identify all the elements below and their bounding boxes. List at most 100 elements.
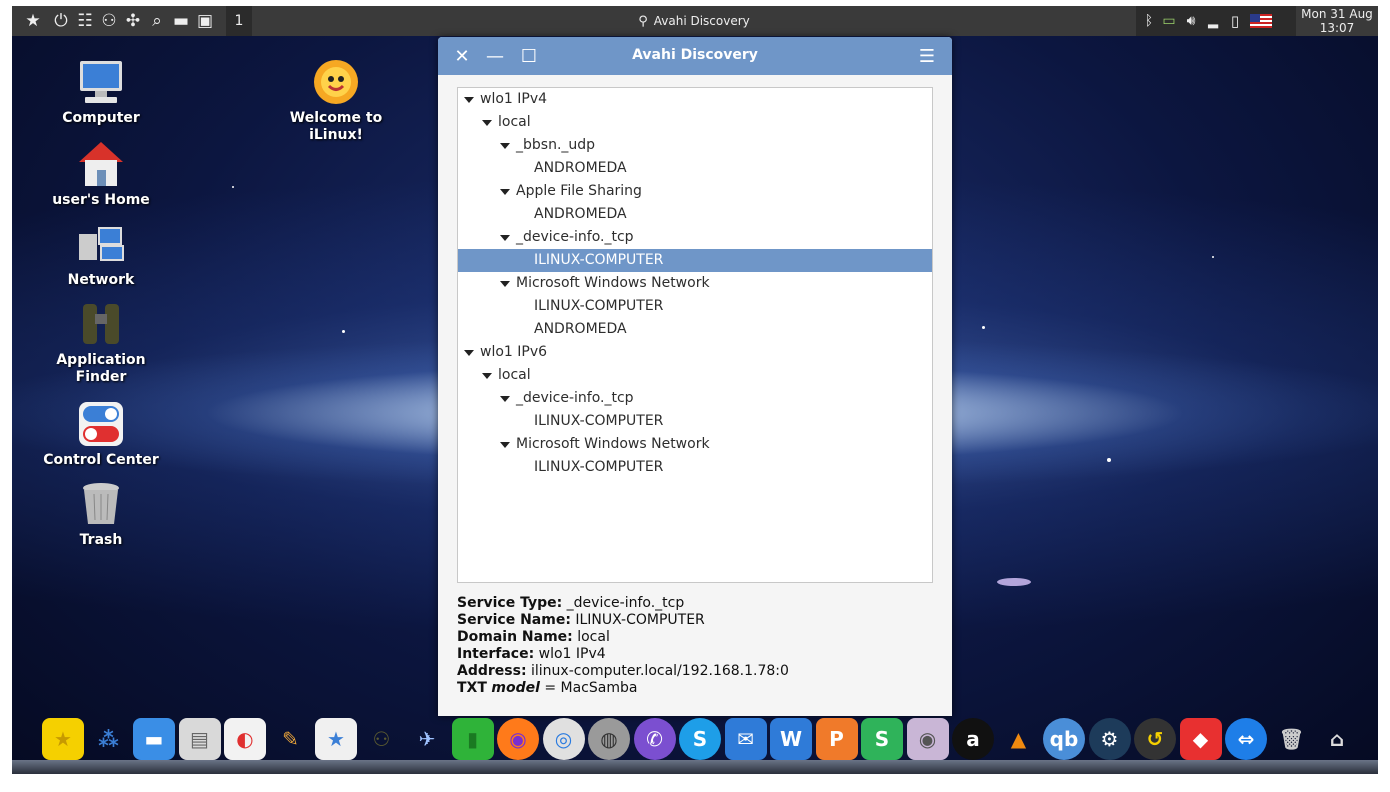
desktop-icon-control-center[interactable]: Control Center bbox=[31, 400, 171, 469]
workspace-switcher[interactable]: 1 bbox=[226, 6, 252, 36]
expander-triangle-icon[interactable] bbox=[500, 189, 510, 195]
expander-triangle-icon[interactable] bbox=[500, 442, 510, 448]
tree-row[interactable]: ILINUX-COMPUTER bbox=[458, 456, 932, 479]
tree-row[interactable]: wlo1 IPv4 bbox=[458, 88, 932, 111]
network-icon[interactable]: ✣ bbox=[122, 10, 144, 32]
show-desktop-icon[interactable]: ▣ bbox=[194, 10, 216, 32]
tree-row[interactable]: Microsoft Windows Network bbox=[458, 272, 932, 295]
color-palette-icon[interactable]: ✎ bbox=[270, 718, 312, 760]
bluetooth-icon[interactable]: ᛒ bbox=[1138, 10, 1160, 32]
file-cabinet-icon[interactable]: ▤ bbox=[178, 718, 221, 760]
tree-row[interactable]: ILINUX-COMPUTER bbox=[458, 249, 932, 272]
signal-icon[interactable]: ▂ bbox=[1202, 10, 1224, 32]
store-icon[interactable]: ★ bbox=[315, 718, 357, 760]
tree-row[interactable]: Microsoft Windows Network bbox=[458, 433, 932, 456]
hanger-icon[interactable]: ⌂ bbox=[1316, 718, 1358, 760]
tree-row-label: Apple File Sharing bbox=[516, 183, 642, 199]
chrome-icon[interactable]: ◎ bbox=[542, 718, 585, 760]
desktop-icon[interactable]: ▬ bbox=[133, 718, 175, 760]
service-name-line: Service Name: ILINUX-COMPUTER bbox=[457, 612, 789, 629]
steam-icon[interactable]: ⚙ bbox=[1088, 718, 1131, 760]
globe-pro-icon[interactable]: ◍ bbox=[588, 718, 630, 760]
control-center-icon[interactable]: ◐ bbox=[224, 718, 266, 760]
tree-row[interactable]: ILINUX-COMPUTER bbox=[458, 410, 932, 433]
desktop-icon-welcome[interactable]: Welcome to iLinux! bbox=[266, 58, 406, 144]
toggle-icon[interactable]: ☷ bbox=[74, 10, 96, 32]
desktop-icon-app-finder[interactable]: Application Finder bbox=[31, 300, 171, 386]
writer-icon[interactable]: W bbox=[770, 718, 812, 760]
tree-row[interactable]: wlo1 IPv6 bbox=[458, 341, 932, 364]
taskbar-item-avahi[interactable]: ⚲ Avahi Discovery bbox=[252, 6, 1136, 36]
tree-row-label: local bbox=[498, 114, 531, 130]
expander-triangle-icon[interactable] bbox=[482, 120, 492, 126]
expander-triangle-icon[interactable] bbox=[500, 281, 510, 287]
expander-triangle-icon[interactable] bbox=[500, 396, 510, 402]
desktop-icon-trash[interactable]: Trash bbox=[31, 480, 171, 549]
battery-icon[interactable]: ▭ bbox=[1158, 10, 1180, 32]
us-flag-icon[interactable] bbox=[1250, 14, 1272, 28]
desktop-icon-network[interactable]: Network bbox=[31, 220, 171, 289]
skype-icon[interactable]: S bbox=[679, 718, 721, 760]
menu-icon[interactable]: ☰ bbox=[917, 46, 937, 67]
tree-row[interactable]: local bbox=[458, 364, 932, 387]
spreadsheet-icon[interactable]: S bbox=[861, 718, 903, 760]
service-details: Service Type: _device-info._tcp Service … bbox=[457, 595, 789, 697]
service-type-line: Service Type: _device-info._tcp bbox=[457, 595, 789, 612]
webcam-icon[interactable]: ◉ bbox=[906, 718, 949, 760]
mail-icon[interactable]: ✉ bbox=[724, 718, 767, 760]
dock-shelf bbox=[12, 760, 1378, 774]
expander-triangle-icon[interactable] bbox=[482, 373, 492, 379]
power-icon[interactable]: ⏻ bbox=[50, 10, 72, 32]
viber-icon[interactable]: ✆ bbox=[633, 718, 676, 760]
tree-row-label: ILINUX-COMPUTER bbox=[534, 459, 664, 475]
tree-row-label: wlo1 IPv4 bbox=[480, 91, 548, 107]
desktop-icon-computer[interactable]: Computer bbox=[31, 58, 171, 127]
tree-row[interactable]: ILINUX-COMPUTER bbox=[458, 295, 932, 318]
tree-row[interactable]: ANDROMEDA bbox=[458, 157, 932, 180]
anydesk-icon[interactable]: ◆ bbox=[1179, 718, 1222, 760]
service-tree[interactable]: wlo1 IPv4 local _bbsn._udp ANDROMEDA Apple F… bbox=[457, 87, 933, 583]
folder-icon[interactable]: ▬ bbox=[170, 10, 192, 32]
tree-row[interactable]: local bbox=[458, 111, 932, 134]
desktop-icon-label: Welcome to bbox=[289, 110, 383, 126]
binoculars-icon bbox=[77, 300, 125, 348]
tree-row[interactable]: _bbsn._udp bbox=[458, 134, 932, 157]
clipboard-icon[interactable]: ▯ bbox=[1224, 10, 1246, 32]
title-bar[interactable]: ✕ — ☐ Avahi Discovery ☰ bbox=[438, 37, 952, 75]
clock[interactable]: Mon 31 Aug 13:07 bbox=[1296, 6, 1378, 37]
expander-triangle-icon[interactable] bbox=[500, 143, 510, 149]
qbittorrent-icon[interactable]: qb bbox=[1043, 718, 1085, 760]
favorites-star-icon[interactable]: ★ bbox=[42, 718, 84, 760]
tree-row[interactable]: ANDROMEDA bbox=[458, 203, 932, 226]
star bbox=[1212, 256, 1214, 258]
vlc-icon[interactable]: ▲ bbox=[998, 718, 1040, 760]
presentation-icon[interactable]: P bbox=[815, 718, 858, 760]
expander-triangle-icon[interactable] bbox=[500, 235, 510, 241]
tree-row[interactable]: ANDROMEDA bbox=[458, 318, 932, 341]
volume-icon[interactable]: 🔊︎ bbox=[1180, 10, 1202, 32]
expander-triangle-icon[interactable] bbox=[464, 350, 474, 356]
expander-triangle-icon[interactable] bbox=[464, 97, 474, 103]
a-icon[interactable]: a bbox=[952, 718, 994, 760]
desktop-icon-home[interactable]: user's Home bbox=[31, 140, 171, 209]
address-value: ilinux-computer.local/192.168.1.78:0 bbox=[531, 663, 789, 679]
app-grid-icon[interactable]: ⁂ bbox=[88, 718, 130, 760]
tree-row[interactable]: Apple File Sharing bbox=[458, 180, 932, 203]
green-pipe-icon[interactable]: ▮ bbox=[451, 718, 494, 760]
avahi-icon: ⚲ bbox=[638, 13, 648, 29]
binoculars-icon[interactable]: ⚇ bbox=[98, 10, 120, 32]
timeshift-icon[interactable]: ↺ bbox=[1134, 718, 1176, 760]
search-icon[interactable]: ⌕ bbox=[146, 10, 168, 32]
teamviewer-icon[interactable]: ⇔ bbox=[1225, 718, 1267, 760]
rocket-icon[interactable]: ✈ bbox=[406, 718, 448, 760]
tree-row-label: ANDROMEDA bbox=[534, 321, 627, 337]
desktop-icon-label: Network bbox=[67, 272, 135, 288]
tree-row[interactable]: _device-info._tcp bbox=[458, 226, 932, 249]
binoculars-icon[interactable]: ⚇ bbox=[361, 718, 403, 760]
favorites-star-icon[interactable]: ★ bbox=[22, 10, 44, 32]
tree-row[interactable]: _device-info._tcp bbox=[458, 387, 932, 410]
service-type-label: Service Type: bbox=[457, 595, 563, 611]
trash-icon[interactable]: 🗑︎ bbox=[1271, 718, 1313, 760]
firefox-icon[interactable]: ◉ bbox=[497, 718, 539, 760]
tree-row-label: local bbox=[498, 367, 531, 383]
